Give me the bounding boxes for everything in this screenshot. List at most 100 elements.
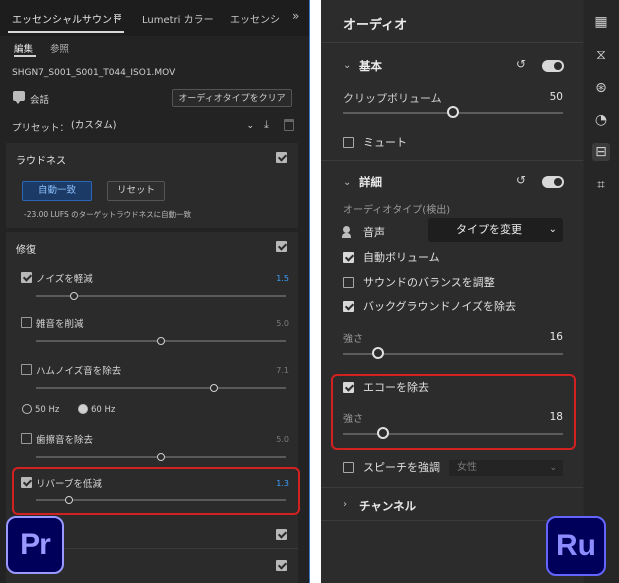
deess-label: 歯擦音を除去 [36,435,94,446]
change-type-label: タイプを変更 [456,223,522,236]
mute-label: ミュート [363,136,407,149]
reduce-noise-value: 1.5 [276,274,289,283]
deess-slider-knob[interactable] [157,453,165,461]
section-divider [321,487,583,488]
balance-sound-label: サウンドのバランスを調整 [363,276,495,289]
speech-type-value: 女性 [457,462,477,473]
transitions-icon[interactable]: ⧖ [592,46,610,64]
preset-label: プリセット： [12,123,70,134]
clip-volume-slider-knob[interactable] [447,106,459,118]
enhance-speech-label: スピーチを強調 [363,461,440,474]
bg-noise-strength-value: 16 [549,331,563,343]
hum-60hz-label: 60 Hz [91,405,116,415]
active-tab-indicator [8,31,124,33]
chevron-down-icon[interactable]: ⌄ [343,177,351,188]
rush-audio-panel: オーディオ ⌄ 基本 ↺ クリップボリューム 50 ミュート ⌄ 詳細 ↺ オー… [321,0,619,583]
channels-section-title[interactable]: チャンネル [359,498,416,514]
active-subtab-indicator [14,55,36,57]
advanced-toggle[interactable] [542,176,564,188]
hum-50hz-label: 50 Hz [35,405,60,415]
panel-menu-icon[interactable]: ≡ [113,10,122,23]
subtab-edit[interactable]: 編集 [14,41,33,55]
chevron-down-icon: ⌄ [246,121,254,131]
voice-label: 音声 [363,226,385,239]
reduce-rumble-checkbox[interactable] [21,317,32,328]
target-loudness-text: -23.00 LUFS のターゲットラウドネスに自動一致 [24,210,192,219]
reset-undo-icon[interactable]: ↺ [516,173,526,187]
reset-undo-icon[interactable]: ↺ [516,57,526,71]
reduce-noise-slider-knob[interactable] [69,292,78,300]
audio-type-detected-label: オーディオタイプ(検出) [343,205,451,216]
hum-50hz-radio[interactable] [22,404,32,414]
repair-checkbox[interactable] [276,241,287,252]
clarity-checkbox[interactable] [276,529,287,540]
reduce-noise-label: ノイズを軽減 [36,274,93,285]
tab-essential-more[interactable]: エッセンシ [230,11,280,26]
tabs-overflow-icon[interactable]: » [292,9,299,23]
panel-gap [310,0,321,583]
balance-sound-checkbox[interactable] [343,277,354,288]
dialogue-icon [13,91,25,104]
save-preset-icon[interactable]: ⤓ [264,119,276,131]
clear-audio-type-button[interactable]: オーディオタイプをクリア [172,89,292,107]
clip-file-name: SHGN7_S001_S001_T044_ISO1.MOV [12,68,176,78]
clip-volume-value: 50 [549,91,563,103]
dehum-slider-knob[interactable] [209,384,218,392]
enhance-speech-checkbox[interactable] [343,462,354,473]
speed-icon[interactable]: ◔ [592,111,610,129]
reduce-rumble-slider-knob[interactable] [157,337,165,345]
hum-60hz-radio[interactable] [78,404,88,414]
tab-lumetri-color[interactable]: Lumetri カラー [142,11,214,26]
dehum-checkbox[interactable] [21,364,32,375]
chevron-right-icon[interactable]: › [343,499,347,510]
dehum-label: ハムノイズ音を除去 [36,366,122,377]
rush-logo: Ru [546,516,606,576]
change-type-dropdown[interactable]: タイプを変更 ⌄ [428,218,563,242]
loudness-checkbox[interactable] [276,152,287,163]
audio-icon[interactable]: ⊟ [592,143,610,161]
preset-value: (カスタム) [71,120,117,131]
titles-icon[interactable]: ▦ [592,13,610,31]
speech-type-dropdown[interactable]: 女性 ⌄ [449,460,563,476]
dehum-value: 7.1 [276,366,289,375]
deess-value: 5.0 [276,435,289,444]
color-icon[interactable]: ⊛ [592,79,610,97]
section-divider [321,160,583,161]
reduce-rumble-label: 雑音を削減 [36,319,84,330]
rush-main-panel: オーディオ ⌄ 基本 ↺ クリップボリューム 50 ミュート ⌄ 詳細 ↺ オー… [321,0,583,583]
reduce-noise-checkbox[interactable] [21,272,32,283]
bg-noise-strength-slider-knob[interactable] [372,347,385,359]
auto-match-button[interactable]: 自動一致 [22,181,92,201]
basic-toggle[interactable] [542,60,564,72]
auto-volume-checkbox[interactable] [343,252,354,263]
voice-icon [342,226,353,238]
chevron-down-icon[interactable]: ⌄ [343,60,351,71]
chevron-down-icon: ⌄ [548,224,557,235]
clip-volume-label: クリップボリューム [343,92,442,105]
echo-highlight-box [331,374,576,450]
premiere-logo: Pr [6,516,64,574]
premiere-tab-bar: エッセンシャルサウンド ≡ Lumetri カラー エッセンシ » [0,0,309,36]
mute-checkbox[interactable] [343,137,354,148]
tab-essential-sound[interactable]: エッセンシャルサウンド [12,11,122,26]
remove-bg-noise-label: バックグラウンドノイズを除去 [363,300,517,313]
crop-icon[interactable]: ⌗ [592,176,610,194]
deess-checkbox[interactable] [21,433,32,444]
premiere-essential-sound-panel: エッセンシャルサウンド ≡ Lumetri カラー エッセンシ » 編集 参照 … [0,0,310,583]
delete-preset-icon[interactable] [284,119,294,131]
premiere-subtabs: 編集 参照 [0,36,309,58]
preset-dropdown[interactable]: (カスタム) ⌄ [68,117,258,135]
remove-bg-noise-checkbox[interactable] [343,301,354,312]
basic-section-title[interactable]: 基本 [359,58,382,74]
creative-checkbox[interactable] [276,560,287,571]
rush-right-toolbar: ▦ ⧖ ⊛ ◔ ⊟ ⌗ [584,0,619,583]
subtab-browse[interactable]: 参照 [50,41,69,55]
title-divider [321,42,583,43]
section-divider [321,520,583,521]
comparison-screenshot: エッセンシャルサウンド ≡ Lumetri カラー エッセンシ » 編集 参照 … [0,0,619,583]
advanced-section-title[interactable]: 詳細 [359,174,382,190]
loudness-reset-button[interactable]: リセット [107,181,165,201]
dehum-slider-track[interactable] [36,387,286,389]
reduce-rumble-value: 5.0 [276,319,289,328]
loudness-title: ラウドネス [16,156,66,167]
